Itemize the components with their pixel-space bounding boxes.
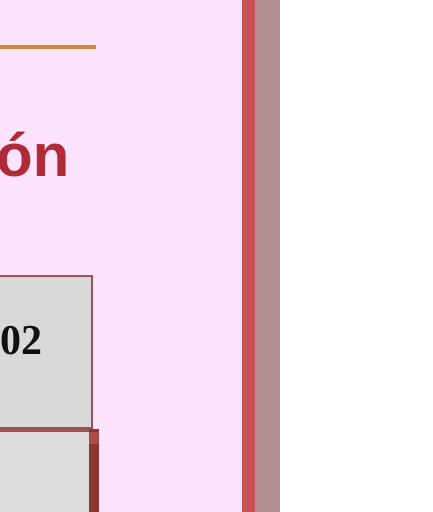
panel-right-border	[242, 0, 255, 512]
accent-rule	[0, 45, 96, 49]
table-cell-edge-highlight	[89, 432, 99, 444]
table-cell-value: 02	[0, 318, 42, 364]
table-cell-next	[0, 429, 89, 512]
section-heading: ón	[0, 122, 70, 189]
panel-right-shadow	[255, 0, 280, 512]
